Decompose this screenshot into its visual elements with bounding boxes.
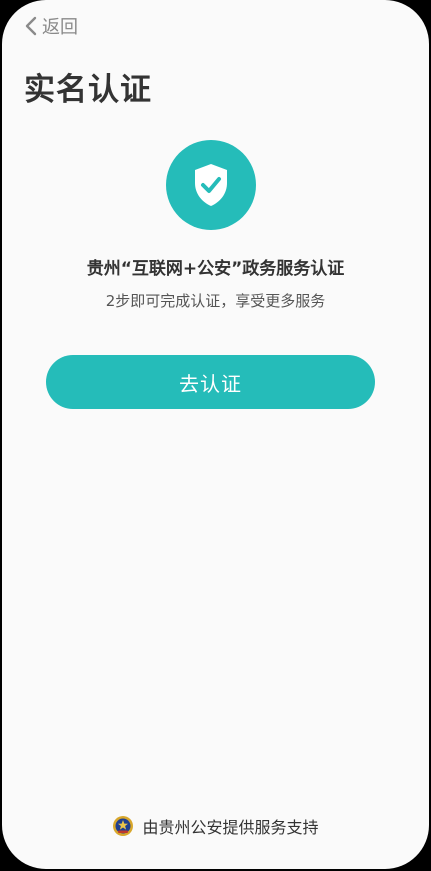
back-label: 返回 <box>42 17 78 38</box>
service-headline: 贵州“互联网+公安”政务服务认证 <box>86 259 345 279</box>
back-button[interactable]: 返回 <box>24 12 78 40</box>
service-subline: 2步即可完成认证，享受更多服务 <box>105 292 326 310</box>
police-emblem-icon <box>113 816 134 836</box>
page-title: 实名认证 <box>24 72 152 108</box>
shield-check-icon <box>195 164 227 206</box>
footer: 由贵州公安提供服务支持 <box>2 814 429 838</box>
start-verification-button[interactable]: 去认证 <box>46 355 375 409</box>
chevron-left-icon <box>25 16 37 36</box>
verification-badge <box>166 140 256 230</box>
app-screen: 返回 实名认证 贵州“互联网+公安”政务服务认证 2步即可完成认证，享受更多服务… <box>2 0 429 869</box>
footer-text: 由贵州公安提供服务支持 <box>142 818 319 837</box>
